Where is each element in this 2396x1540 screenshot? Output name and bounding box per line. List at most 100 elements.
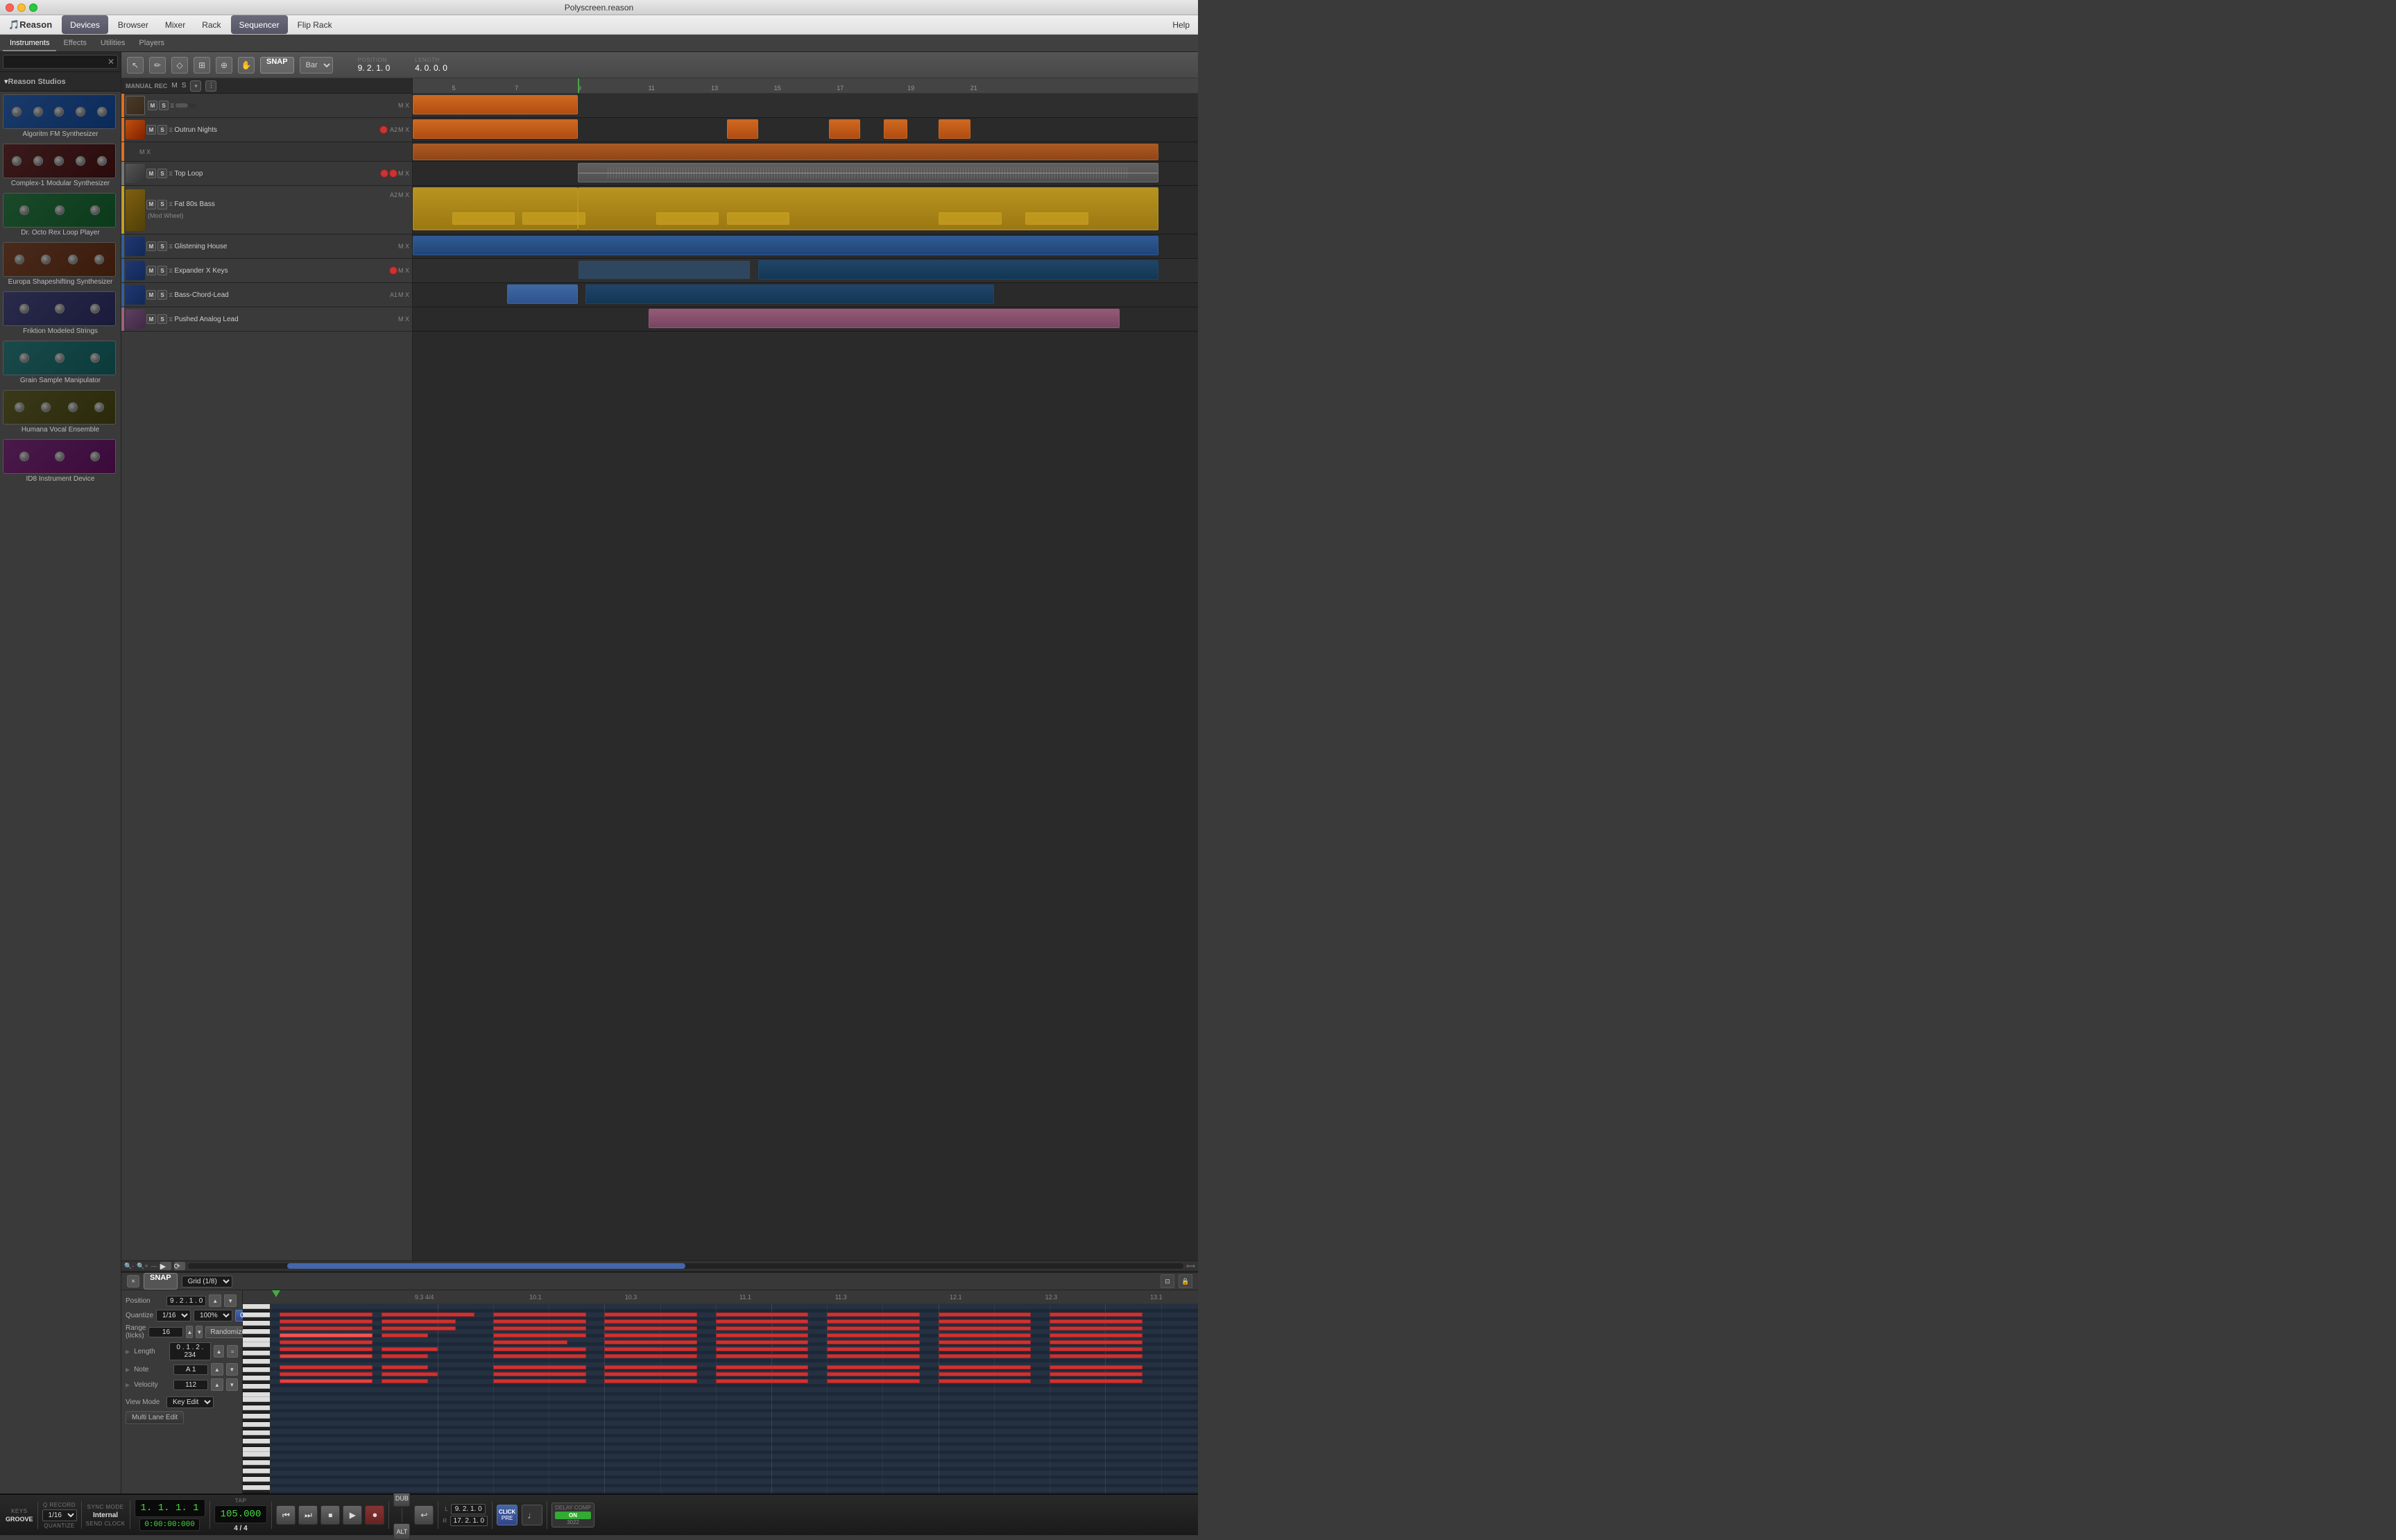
select-tool-button[interactable]: ↖ [127, 57, 144, 74]
clips-row-fat80s[interactable] [413, 186, 1198, 234]
midi-note-c2[interactable] [280, 1379, 373, 1383]
midi-note[interactable] [604, 1340, 697, 1344]
toploop-mute[interactable]: M [146, 169, 156, 178]
midi-note[interactable] [827, 1354, 920, 1358]
loop-button[interactable]: ⟳ [174, 1262, 185, 1270]
midi-note[interactable] [493, 1365, 586, 1369]
midi-note[interactable] [280, 1340, 373, 1344]
piano-roll-notes[interactable] [271, 1304, 1198, 1494]
midi-note[interactable] [939, 1354, 1032, 1358]
tab-instruments[interactable]: Instruments [3, 36, 56, 51]
grid-select[interactable]: Grid (1/8) [182, 1276, 232, 1287]
piano-key-b1[interactable] [243, 1477, 270, 1482]
reason-logo[interactable]: 🎵 Reason [0, 15, 60, 34]
piano-key-c2[interactable] [243, 1469, 270, 1473]
piano-key-b4[interactable] [243, 1312, 270, 1317]
expander-solo[interactable]: S [157, 266, 167, 275]
clips-row-bass-chord[interactable] [413, 283, 1198, 307]
piano-key-a1[interactable] [243, 1485, 270, 1490]
select-region-button[interactable]: ⊞ [194, 57, 210, 74]
fat80s-solo[interactable]: S [157, 200, 167, 209]
midi-note[interactable] [280, 1326, 373, 1331]
pushed-solo[interactable]: S [157, 314, 167, 324]
clips-row-outrun2[interactable] [413, 142, 1198, 162]
midi-note[interactable] [827, 1312, 920, 1317]
metronome-icon[interactable]: ♩ [522, 1505, 542, 1525]
midi-note[interactable] [716, 1333, 809, 1337]
instrument-item-algoritm[interactable]: Algoritm FM Synthesizer [3, 94, 118, 139]
midi-note[interactable] [939, 1372, 1032, 1376]
midi-note[interactable] [939, 1312, 1032, 1317]
hand-tool-button[interactable]: ✋ [238, 57, 255, 74]
pr-quantize-pct[interactable]: 100% [194, 1310, 232, 1321]
search-clear-button[interactable]: ✕ [108, 57, 114, 67]
pr-position-down[interactable]: ▼ [224, 1294, 237, 1307]
pr-note-down[interactable]: ▼ [226, 1363, 238, 1376]
midi-note[interactable] [604, 1326, 697, 1331]
piano-key-c4[interactable] [243, 1359, 270, 1364]
glistening-mute[interactable]: M [146, 241, 156, 251]
midi-note[interactable] [1050, 1365, 1143, 1369]
clips-row-pushed[interactable] [413, 307, 1198, 332]
minimap-scrollbar[interactable] [188, 1263, 1183, 1269]
piano-key-g4[interactable] [243, 1329, 270, 1334]
pr-velocity-down[interactable]: ▼ [226, 1378, 238, 1391]
midi-note[interactable] [716, 1319, 809, 1324]
midi-note[interactable] [939, 1333, 1032, 1337]
midi-note[interactable] [716, 1379, 809, 1383]
menu-sequencer[interactable]: Sequencer [231, 15, 288, 34]
midi-note[interactable] [382, 1347, 437, 1351]
midi-note[interactable] [493, 1326, 586, 1331]
midi-note[interactable] [939, 1379, 1032, 1383]
pr-quantize-select[interactable]: 1/16 [156, 1310, 191, 1321]
menu-mixer[interactable]: Mixer [157, 15, 194, 34]
tab-effects[interactable]: Effects [56, 36, 93, 51]
midi-note[interactable] [827, 1347, 920, 1351]
midi-note[interactable] [827, 1340, 920, 1344]
tab-players[interactable]: Players [132, 36, 171, 51]
minimize-button[interactable] [17, 3, 26, 12]
piano-key-g3[interactable] [243, 1384, 270, 1389]
snap-button[interactable]: SNAP [260, 57, 294, 74]
piano-roll-lock-button[interactable]: 🔒 [1179, 1274, 1192, 1288]
pr-range-up[interactable]: ▲ [186, 1326, 193, 1338]
pr-length-value[interactable]: 0 . 1 . 2 . 234 [169, 1342, 211, 1360]
midi-note[interactable] [604, 1379, 697, 1383]
instrument-item-humana[interactable]: Humana Vocal Ensemble [3, 390, 118, 435]
midi-note[interactable] [827, 1326, 920, 1331]
pr-note-up[interactable]: ▲ [211, 1363, 223, 1376]
midi-note[interactable] [280, 1347, 373, 1351]
piano-roll-close-button[interactable]: × [127, 1275, 139, 1287]
midi-note[interactable] [493, 1333, 586, 1337]
fat80s-mute[interactable]: M [146, 200, 156, 209]
rewind-button[interactable]: ⏮ [276, 1505, 296, 1525]
midi-note[interactable] [382, 1372, 437, 1376]
midi-note[interactable] [1050, 1333, 1143, 1337]
midi-note[interactable] [939, 1340, 1032, 1344]
midi-note[interactable] [604, 1372, 697, 1376]
pr-velocity-value[interactable]: 112 [173, 1380, 208, 1390]
midi-note[interactable] [939, 1365, 1032, 1369]
bar-counter[interactable]: 1. 1. 1. 1 [135, 1499, 205, 1517]
midi-note[interactable] [280, 1365, 373, 1369]
clips-row-toploop[interactable] [413, 162, 1198, 186]
fast-forward-button[interactable]: ⏭ [298, 1505, 318, 1525]
midi-note[interactable] [939, 1319, 1032, 1324]
midi-note[interactable] [493, 1354, 586, 1358]
pr-length-up[interactable]: ▲ [214, 1345, 225, 1358]
stop-button[interactable]: ⏹ [320, 1505, 340, 1525]
midi-note[interactable] [382, 1333, 428, 1337]
piano-key-d4[interactable] [243, 1351, 270, 1355]
midi-note[interactable] [939, 1326, 1032, 1331]
midi-note[interactable] [1050, 1347, 1143, 1351]
clips-row-glistening[interactable] [413, 234, 1198, 259]
midi-note[interactable] [604, 1312, 697, 1317]
midi-note[interactable] [382, 1326, 456, 1331]
midi-note[interactable] [716, 1354, 809, 1358]
pr-position-value[interactable]: 9 . 2 . 1 . 0 [166, 1296, 206, 1306]
midi-note[interactable] [493, 1372, 586, 1376]
midi-note[interactable] [827, 1379, 920, 1383]
midi-note[interactable] [1050, 1354, 1143, 1358]
piano-key-b2[interactable] [243, 1422, 270, 1427]
eraser-tool-button[interactable]: ◇ [171, 57, 188, 74]
